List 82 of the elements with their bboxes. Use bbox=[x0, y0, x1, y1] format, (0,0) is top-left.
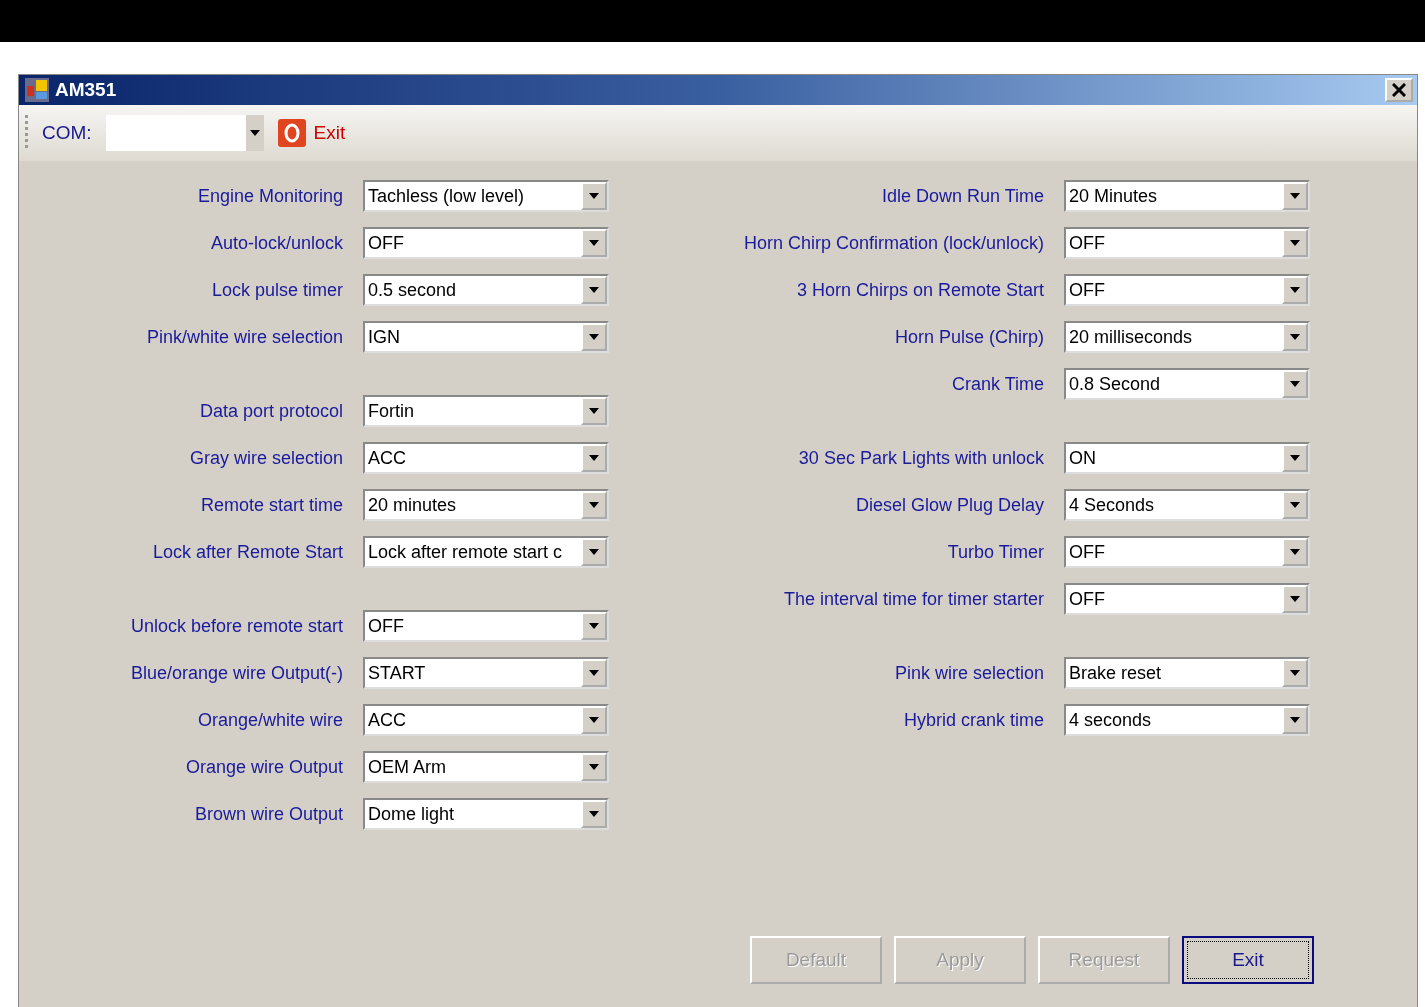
field-label: Engine Monitoring bbox=[196, 185, 343, 207]
field-label: Remote start time bbox=[199, 494, 343, 516]
field-label: Orange/white wire bbox=[196, 709, 343, 731]
dropdown-arrow-icon bbox=[589, 623, 599, 629]
dropdown-arrow-icon bbox=[1290, 549, 1300, 555]
dropdown-field[interactable]: 4 seconds bbox=[1064, 704, 1310, 736]
field-label: Auto-lock/unlock bbox=[209, 232, 343, 254]
dropdown-arrow-icon bbox=[589, 408, 599, 414]
dropdown-field[interactable]: 20 minutes bbox=[363, 489, 609, 521]
dialog-button[interactable]: Exit bbox=[1182, 936, 1314, 984]
field-label: 30 Sec Park Lights with unlock bbox=[797, 447, 1044, 469]
dropdown-arrow-icon bbox=[589, 670, 599, 676]
dropdown-field[interactable]: START bbox=[363, 657, 609, 689]
field-label: Orange wire Output bbox=[184, 756, 343, 778]
dropdown-arrow-icon bbox=[1290, 193, 1300, 199]
dropdown-field[interactable]: OFF bbox=[1064, 227, 1310, 259]
dropdown-field[interactable]: Tachless (low level) bbox=[363, 180, 609, 212]
dropdown-field[interactable]: OFF bbox=[1064, 536, 1310, 568]
close-button[interactable] bbox=[1385, 78, 1413, 102]
dropdown-field[interactable]: ON bbox=[1064, 442, 1310, 474]
dropdown-arrow-icon bbox=[1290, 717, 1300, 723]
app-icon bbox=[25, 78, 49, 102]
dropdown-arrow-icon bbox=[1290, 670, 1300, 676]
dropdown-field[interactable]: IGN bbox=[363, 321, 609, 353]
field-label: Lock pulse timer bbox=[210, 279, 343, 301]
dropdown-arrow-icon bbox=[1290, 334, 1300, 340]
exit-tool-button[interactable]: Exit bbox=[277, 119, 346, 147]
field-label: Lock after Remote Start bbox=[151, 541, 343, 563]
field-label: 3 Horn Chirps on Remote Start bbox=[795, 279, 1044, 301]
dropdown-field[interactable]: Fortin bbox=[363, 395, 609, 427]
field-label: Brown wire Output bbox=[193, 803, 343, 825]
field-label: Crank Time bbox=[950, 373, 1044, 395]
dropdown-arrow-icon bbox=[249, 130, 260, 136]
field-label: Idle Down Run Time bbox=[880, 185, 1044, 207]
field-label: Horn Chirp Confirmation (lock/unlock) bbox=[742, 232, 1044, 254]
dropdown-field[interactable]: OFF bbox=[1064, 583, 1310, 615]
dropdown-arrow-icon bbox=[1290, 381, 1300, 387]
dropdown-arrow-icon bbox=[589, 549, 599, 555]
dropdown-field[interactable]: OFF bbox=[363, 610, 609, 642]
dropdown-field[interactable]: 4 Seconds bbox=[1064, 489, 1310, 521]
field-label: Blue/orange wire Output(-) bbox=[129, 662, 343, 684]
com-label: COM: bbox=[42, 122, 92, 144]
dropdown-arrow-icon bbox=[589, 193, 599, 199]
dropdown-field[interactable]: 0.5 second bbox=[363, 274, 609, 306]
dropdown-arrow-icon bbox=[1290, 240, 1300, 246]
power-icon bbox=[277, 119, 306, 147]
dropdown-arrow-icon bbox=[1290, 596, 1300, 602]
field-label: Turbo Timer bbox=[946, 541, 1044, 563]
dropdown-arrow-icon bbox=[589, 811, 599, 817]
dropdown-arrow-icon bbox=[589, 287, 599, 293]
dropdown-arrow-icon bbox=[589, 455, 599, 461]
close-icon bbox=[1392, 83, 1406, 97]
dropdown-field[interactable]: 20 Minutes bbox=[1064, 180, 1310, 212]
dropdown-arrow-icon bbox=[589, 717, 599, 723]
dropdown-arrow-icon bbox=[1290, 502, 1300, 508]
field-label: Gray wire selection bbox=[188, 447, 343, 469]
dropdown-field[interactable]: OFF bbox=[1064, 274, 1310, 306]
toolbar-grip-icon bbox=[25, 115, 28, 151]
dropdown-field[interactable]: ACC bbox=[363, 704, 609, 736]
field-label: Hybrid crank time bbox=[902, 709, 1044, 731]
field-label: Pink wire selection bbox=[893, 662, 1044, 684]
dropdown-arrow-icon bbox=[589, 764, 599, 770]
dropdown-field[interactable]: 0.8 Second bbox=[1064, 368, 1310, 400]
dropdown-arrow-icon bbox=[589, 334, 599, 340]
dropdown-arrow-icon bbox=[1290, 287, 1300, 293]
dropdown-field[interactable]: OFF bbox=[363, 227, 609, 259]
dropdown-arrow-icon bbox=[589, 240, 599, 246]
dropdown-arrow-icon bbox=[1290, 455, 1300, 461]
field-label: Diesel Glow Plug Delay bbox=[854, 494, 1044, 516]
field-label: Pink/white wire selection bbox=[145, 326, 343, 348]
dropdown-field[interactable]: ACC bbox=[363, 442, 609, 474]
field-label: Unlock before remote start bbox=[129, 615, 343, 637]
field-label: Horn Pulse (Chirp) bbox=[893, 326, 1044, 348]
dropdown-arrow-icon bbox=[589, 502, 599, 508]
window-title: AM351 bbox=[55, 79, 118, 101]
field-label: Data port protocol bbox=[198, 400, 343, 422]
dropdown-field[interactable]: Brake reset bbox=[1064, 657, 1310, 689]
dropdown-field[interactable]: Lock after remote start c bbox=[363, 536, 609, 568]
dropdown-field[interactable]: OEM Arm bbox=[363, 751, 609, 783]
dropdown-field[interactable]: Dome light bbox=[363, 798, 609, 830]
field-label: The interval time for timer starter bbox=[782, 588, 1044, 610]
dropdown-field[interactable]: 20 milliseconds bbox=[1064, 321, 1310, 353]
